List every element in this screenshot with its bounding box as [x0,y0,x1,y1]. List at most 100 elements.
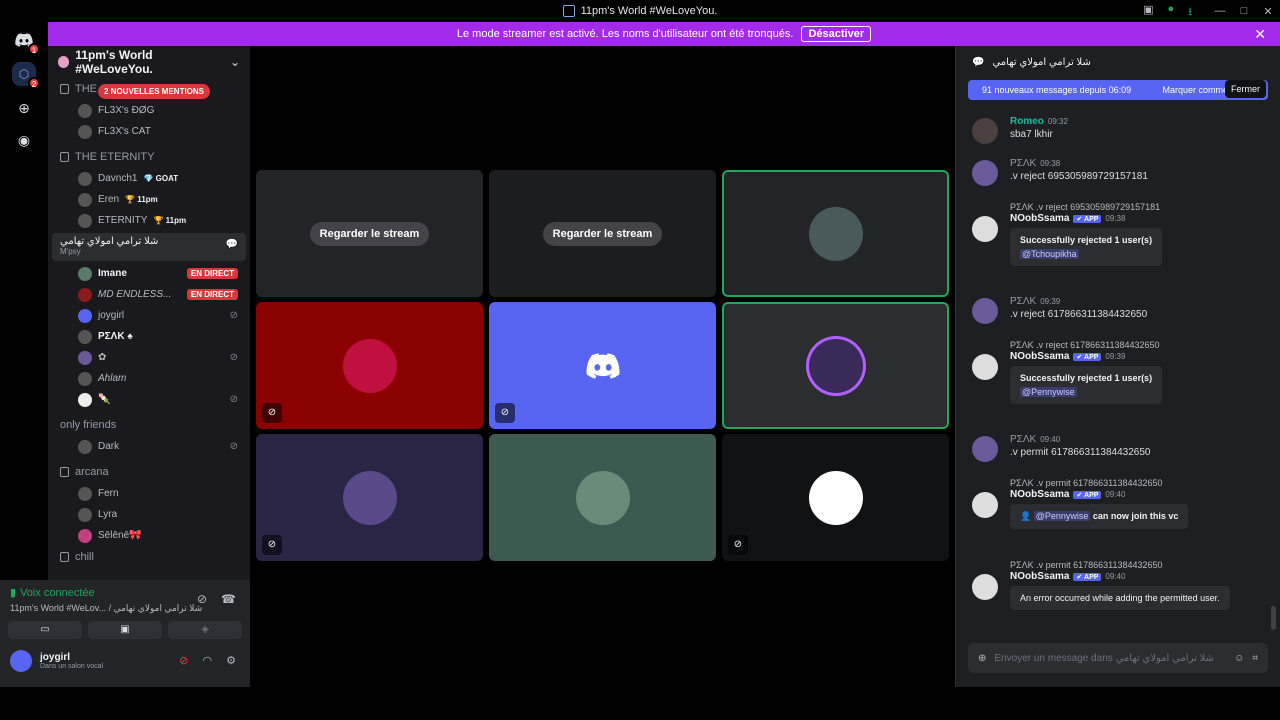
list-item[interactable]: FL3X's CAT [48,121,250,142]
banner-close-icon[interactable]: ✕ [1254,26,1266,43]
server-name: 11pm's World #WeLoveYou. [75,48,153,76]
gamepad-icon[interactable]: ⌗ [1252,653,1258,664]
avatar [78,266,92,281]
message: ΡΣΛΚ .v permit 617866311384432650 NOobSs… [972,560,1272,610]
category-only-friends[interactable]: only friends [48,414,250,436]
chat-title: شلا ترامي امولاي تهامي [992,56,1091,68]
voice-user[interactable]: ΡΣΛΚ ♠ [48,326,250,347]
list-item[interactable]: Dark ⊘ [48,436,250,457]
stream-tile[interactable]: Regarder le stream [489,170,716,297]
participant-tile[interactable]: ⊘ [256,302,483,429]
message: ΡΣΛΚ 09:39 .v reject 617866311384432650 [972,296,1272,324]
new-mentions-badge[interactable]: 2 NOUVELLES MENTIONS [98,84,211,99]
bottom-bar [0,687,1280,720]
server-header[interactable]: 11pm's World #WeLoveYou. ⌄ [48,46,250,78]
participant-tile[interactable]: ⊘ [722,434,949,561]
voice-user[interactable]: 🍡 ⊘ [48,389,250,410]
voice-channel-active[interactable]: شلا ترامي امولاي تهامي M'psy 💬 [52,233,246,261]
avatar[interactable] [972,118,998,144]
voice-user[interactable]: Ahlam [48,368,250,389]
add-server-icon[interactable]: ⊕ [12,96,36,120]
muted-icon: ⊘ [229,394,238,405]
message-input[interactable]: ⊕ Envoyer un message dans شلا ترامي امول… [968,643,1268,673]
close-window-button[interactable]: ✕ [1256,5,1280,18]
list-item[interactable]: Fern [48,483,250,504]
stream-tile[interactable]: Regarder le stream [256,170,483,297]
voice-user[interactable]: MD ENDLESS... EN DIRECT [48,284,250,305]
message: ΡΣΛΚ .v reject 695305989729157181 NOobSs… [972,202,1272,266]
avatar[interactable] [972,492,998,518]
muted-icon: ⊘ [728,535,748,555]
avatar[interactable] [972,574,998,600]
message-input-placeholder[interactable]: Envoyer un message dans شلا ترامي امولاي… [994,653,1226,664]
disable-streamer-button[interactable]: Désactiver [801,26,872,42]
participant-tile[interactable]: ⊘ [256,434,483,561]
banner-text: Le mode streamer est activé. Les noms d'… [456,28,794,40]
list-item[interactable]: Lyra [48,504,250,525]
bot-embed: Successfully rejected 1 user(s) @Tchoupi… [1010,228,1163,266]
disconnect-icon[interactable]: ☎ [221,592,236,606]
list-item[interactable]: FL3X's ÐØG [48,100,250,121]
close-tooltip: Fermer [1225,80,1266,98]
new-messages-bar[interactable]: 91 nouveaux messages depuis 06:09 Marque… [968,80,1268,100]
voice-user-panel: ▮ Voix connectée 11pm's World #WeLov... /… [0,580,250,687]
chevron-down-icon[interactable]: ⌄ [230,55,240,69]
participant-tile-speaking[interactable] [722,302,949,429]
mic-muted-icon[interactable]: ⊘ [179,654,188,667]
maximize-button[interactable]: □ [1232,5,1256,17]
category-chill[interactable]: chill [48,546,250,568]
chat-scrollbar[interactable] [1271,606,1276,630]
muted-icon: ⊘ [229,352,238,363]
avatar[interactable] [972,436,998,462]
camera-off-button[interactable]: ▭ [8,621,82,639]
category-arcana[interactable]: arcana [48,461,250,483]
emoji-icon[interactable]: ☺ [1234,653,1244,664]
screen-share-button[interactable]: ▣ [88,621,162,639]
participant-tile[interactable]: ⊘ [489,302,716,429]
avatar [342,470,397,525]
avatar[interactable] [10,650,32,672]
list-item[interactable]: Eren 🏆 11pm [48,189,250,210]
lock-icon [60,152,69,162]
avatar [78,439,92,454]
headphones-icon[interactable]: ◠ [203,654,213,667]
voice-user[interactable]: joygirl ⊘ [48,305,250,326]
activity-button[interactable]: ◈ [168,621,242,639]
list-item[interactable]: Davnch1 💎 GOAT [48,168,250,189]
signal-icon: ▮ [10,587,17,599]
inbox-icon[interactable]: ▣ [1143,3,1153,22]
avatar [78,507,92,522]
muted-icon: ⊘ [262,535,282,555]
user-panel: joygirl Dans un salon vocal ⊘ ◠ ⚙ [0,646,250,676]
add-attachment-icon[interactable]: ⊕ [978,653,986,664]
help-icon[interactable]: ● [1167,3,1174,22]
list-item[interactable]: Sēlēnē🎀 [48,525,250,546]
avatar[interactable] [972,354,998,380]
text-chat-panel: 💬 شلا ترامي امولاي تهامي 91 nouveaux mes… [955,46,1280,687]
chat-icon[interactable]: 💬 [226,239,238,250]
avatar[interactable] [972,160,998,186]
noise-suppression-icon[interactable]: ⊘ [197,592,207,606]
mark-read-button[interactable]: Marquer comme [1162,85,1228,95]
gear-icon[interactable]: ⚙ [226,654,236,667]
explore-icon[interactable]: ◉ [12,128,36,152]
minimize-button[interactable]: — [1208,5,1232,17]
user-status: Dans un salon vocal [40,663,104,670]
discord-home-icon[interactable]: 1 [12,28,40,55]
window-title: 11pm's World #WeLoveYou. [580,5,718,17]
participant-tile-speaking[interactable] [722,170,949,297]
category-the-eternity[interactable]: THE ETERNITY [48,146,250,168]
voice-user[interactable]: Imane EN DIRECT [48,263,250,284]
list-item[interactable]: ETERNITY 🏆 11pm [48,210,250,231]
voice-user[interactable]: ✿ ⊘ [48,347,250,368]
watch-stream-button[interactable]: Regarder le stream [309,221,430,246]
avatar[interactable] [972,298,998,324]
server-11pm-icon[interactable]: ⬡ 2 [12,62,40,89]
avatar[interactable] [972,216,998,242]
server-logo-icon [562,5,575,17]
watch-stream-button[interactable]: Regarder le stream [542,221,663,246]
avatar [78,371,92,386]
download-icon[interactable]: ⭳ [1188,3,1192,22]
message: ΡΣΛΚ .v permit 617866311384432650 NOobSs… [972,478,1272,529]
participant-tile[interactable] [489,434,716,561]
